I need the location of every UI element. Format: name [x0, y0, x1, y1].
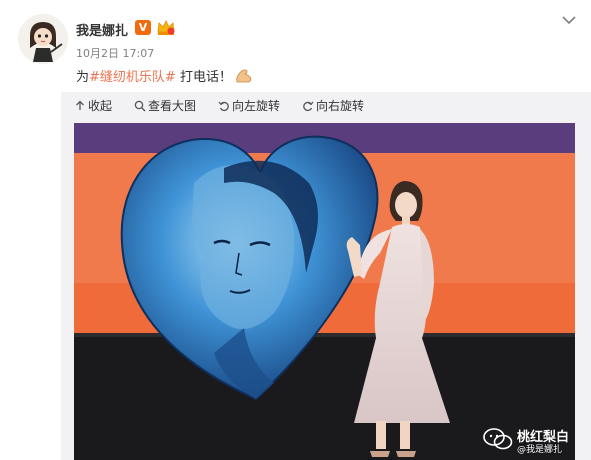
- rotate-left-icon: [218, 101, 229, 112]
- rotate-left-button[interactable]: 向左旋转: [218, 97, 280, 115]
- rotate-right-button[interactable]: 向右旋转: [302, 97, 364, 115]
- post-text: 为#缝纫机乐队# 打电话！: [76, 66, 253, 88]
- verified-badge[interactable]: V: [135, 20, 151, 35]
- collapse-button[interactable]: 收起: [74, 97, 112, 115]
- chevron-down-icon[interactable]: [560, 12, 578, 26]
- post-photo[interactable]: [74, 123, 575, 460]
- view-large-label: 查看大图: [148, 99, 197, 113]
- post-timestamp[interactable]: 10月2日 17:07: [76, 45, 154, 61]
- username[interactable]: 我是娜扎: [76, 20, 128, 39]
- crown-icon[interactable]: [156, 18, 176, 36]
- post-text-suffix: 打电话！: [175, 70, 232, 85]
- rotate-left-label: 向左旋转: [232, 99, 281, 113]
- view-large-button[interactable]: 查看大图: [134, 97, 196, 115]
- arrow-up-icon: [76, 100, 84, 110]
- collapse-label: 收起: [88, 99, 113, 113]
- topic-link[interactable]: #缝纫机乐队#: [89, 70, 176, 85]
- avatar[interactable]: [18, 14, 68, 64]
- magnifier-icon: [134, 100, 146, 112]
- watermark-subtitle: @我是娜扎: [517, 445, 563, 455]
- rotate-right-icon: [303, 101, 314, 112]
- post-text-prefix: 为: [76, 70, 90, 85]
- rotate-right-label: 向右旋转: [316, 99, 365, 113]
- muscle-emoji-icon: [235, 68, 253, 88]
- wechat-icon: [483, 428, 513, 450]
